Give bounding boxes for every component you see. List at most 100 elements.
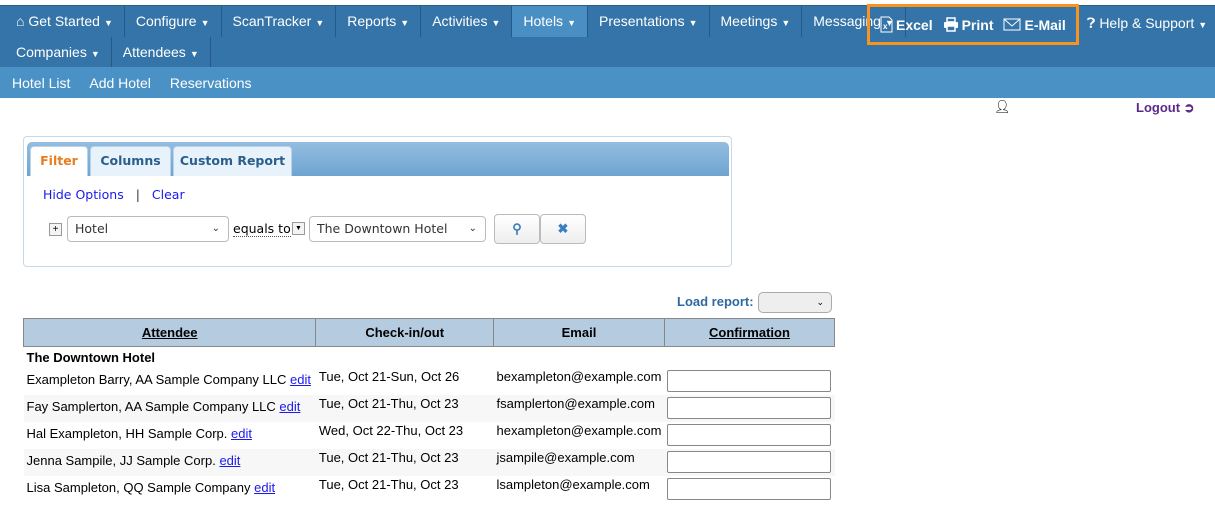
attendee-cell: Jenna Sampile, JJ Sample Corp. edit — [23, 448, 316, 476]
sub-navigation: Hotel List Add Hotel Reservations — [0, 67, 1215, 98]
operator-label[interactable]: equals to — [233, 221, 291, 237]
attendee-cell: Exampleton Barry, AA Sample Company LLC … — [24, 368, 316, 395]
search-icon: ⚲ — [512, 221, 522, 236]
search-button[interactable]: ⚲ — [494, 214, 540, 244]
nav-label: ScanTracker — [232, 13, 312, 29]
email-cell: fsamplerton@example.com — [493, 394, 665, 422]
nav-row-2: Companies ▼ Attendees ▼ — [5, 37, 211, 68]
operator-dropdown-button[interactable]: ▼ — [292, 222, 305, 235]
dates-cell: Tue, Oct 21-Thu, Oct 23 — [315, 394, 494, 422]
nav-label: Hotels — [523, 13, 564, 29]
attendee-cell: Lisa Sampleton, QQ Sample Company edit — [24, 476, 316, 503]
nav-reports[interactable]: Reports ▼ — [336, 6, 422, 37]
chevron-down-icon: ⌄ — [816, 297, 824, 307]
edit-link[interactable]: edit — [279, 399, 300, 414]
remove-filter-button[interactable]: ✖ — [540, 214, 586, 244]
attendee-name: Hal Exampleton, HH Sample Corp. — [26, 425, 228, 441]
dates-cell: Tue, Oct 21-Thu, Oct 23 — [315, 448, 494, 476]
nav-row-1: ⌂ Get Started ▼ Configure ▼ ScanTracker ▼ Repo… — [5, 6, 906, 37]
dates-cell: Tue, Oct 21-Sun, Oct 26 — [318, 368, 460, 384]
subnav-hotel-list[interactable]: Hotel List — [12, 75, 70, 91]
chevron-down-icon: ⌄ — [211, 223, 220, 234]
close-icon: ✖ — [557, 221, 569, 236]
caret-down-icon: ▼ — [189, 49, 199, 59]
printer-icon — [943, 17, 958, 32]
nav-presentations[interactable]: Presentations ▼ — [588, 6, 710, 37]
separator: | — [135, 187, 140, 202]
sign-out-icon: ➲ — [1183, 100, 1195, 115]
caret-down-icon: ▼ — [315, 18, 325, 28]
caret-down-icon: ▼ — [781, 18, 791, 28]
nav-companies[interactable]: Companies ▼ — [5, 37, 112, 68]
attendee-cell: Fay Samplerton, AA Sample Company LLC ed… — [23, 394, 316, 422]
add-condition-button[interactable]: + — [49, 223, 62, 236]
dates-cell: Tue, Oct 21-Thu, Oct 23 — [318, 476, 459, 492]
filter-field-select[interactable]: Hotel ⌄ — [67, 216, 229, 242]
nav-scantracker[interactable]: ScanTracker ▼ — [222, 6, 337, 37]
edit-link[interactable]: edit — [219, 453, 240, 468]
column-header-confirmation[interactable]: Confirmation — [663, 318, 836, 347]
chevron-down-icon: ⌄ — [468, 223, 477, 234]
nav-label: Configure — [135, 13, 197, 29]
logout-label: Logout — [1136, 100, 1181, 115]
print-button[interactable]: Print — [943, 17, 993, 33]
nav-label: Get Started — [28, 13, 100, 29]
tab-custom-report[interactable]: Custom Report — [173, 146, 292, 176]
column-header-attendee[interactable]: Attendee — [22, 318, 317, 347]
nav-label: Presentations — [598, 13, 685, 29]
subnav-add-hotel[interactable]: Add Hotel — [89, 75, 150, 91]
table-row: Hal Exampleton, HH Sample Corp. edit Wed,… — [24, 422, 835, 449]
nav-attendees[interactable]: Attendees ▼ — [112, 37, 211, 68]
load-report-select[interactable]: ⌄ — [758, 292, 832, 313]
filter-value-select[interactable]: The Downtown Hotel ⌄ — [309, 216, 486, 242]
confirmation-input[interactable] — [667, 423, 832, 446]
confirmation-input[interactable] — [667, 477, 832, 500]
user-icon: 👤︎ — [994, 99, 1011, 114]
envelope-icon — [1003, 18, 1021, 31]
caret-down-icon: ▼ — [491, 18, 501, 28]
confirmation-input[interactable] — [667, 396, 832, 419]
confirmation-cell — [664, 476, 834, 503]
nav-configure[interactable]: Configure ▼ — [125, 6, 222, 37]
edit-link[interactable]: edit — [254, 480, 275, 495]
nav-label: Activities — [432, 13, 488, 29]
caret-down-icon: ▼ — [1198, 20, 1208, 30]
clear-link[interactable]: Clear — [152, 187, 185, 202]
edit-link[interactable]: edit — [231, 426, 252, 441]
tab-columns[interactable]: Columns — [90, 146, 171, 176]
excel-file-icon: x — [880, 16, 893, 33]
nav-activities[interactable]: Activities ▼ — [421, 6, 513, 37]
confirmation-input[interactable] — [667, 450, 832, 473]
caret-down-icon: ▼ — [567, 18, 576, 28]
email-label: E-Mail — [1024, 16, 1066, 33]
help-label: Help & Support — [1099, 15, 1195, 31]
filter-links: Hide Options | Clear — [43, 187, 185, 202]
confirmation-input[interactable] — [667, 369, 832, 392]
column-header-check-in-out: Check-in/out — [315, 318, 494, 347]
tab-filter[interactable]: Filter — [30, 146, 88, 176]
nav-hotels[interactable]: Hotels ▼ — [512, 6, 588, 37]
hide-options-link[interactable]: Hide Options — [43, 187, 124, 202]
nav-label: Reports — [347, 13, 397, 29]
excel-label: Excel — [896, 16, 933, 33]
help-support-menu[interactable]: ❓︎ Help & Support ▼ — [1087, 6, 1207, 42]
column-header-email: Email — [492, 318, 665, 347]
logout-link[interactable]: Logout ➲ — [1136, 100, 1195, 116]
reservations-table: Attendee Check-in/out Email Confirmation… — [22, 318, 836, 503]
edit-link[interactable]: edit — [290, 372, 311, 387]
email-cell: jsampile@example.com — [493, 448, 665, 476]
subnav-reservations[interactable]: Reservations — [170, 75, 252, 91]
nav-label: Meetings — [720, 13, 778, 29]
excel-button[interactable]: x Excel — [880, 16, 933, 33]
svg-text:x: x — [883, 22, 888, 31]
confirmation-cell — [664, 394, 835, 422]
caret-down-icon: ▼ — [688, 18, 698, 28]
table-row: Lisa Sampleton, QQ Sample Company edit Tu… — [24, 476, 835, 503]
question-circle-icon: ❓︎ — [1087, 15, 1096, 31]
nav-get-started[interactable]: ⌂ Get Started ▼ — [5, 6, 125, 37]
attendee-name: Jenna Sampile, JJ Sample Corp. — [26, 452, 216, 468]
nav-meetings[interactable]: Meetings ▼ — [710, 6, 803, 37]
caret-down-icon: ▼ — [90, 49, 100, 59]
nav-label: Attendees — [122, 44, 186, 60]
email-button[interactable]: E-Mail — [1003, 16, 1066, 33]
